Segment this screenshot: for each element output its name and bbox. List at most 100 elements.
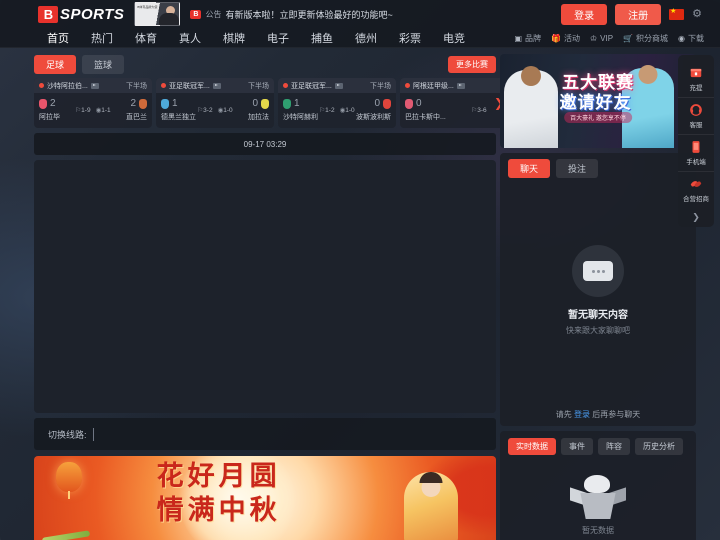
match-card[interactable]: 亚足联冠军... 下半场 1 沙特阿赫利 ⚐1-2 ◉1-0 0 波斯波利斯 [278,78,396,128]
away-team-block: 2 直巴兰 [111,98,147,122]
shop-icon: 🛒 [623,33,634,43]
home-score: 1 [294,98,300,109]
match-card[interactable]: 沙特阿拉伯... 下半场 2 阿拉毕 ⚐1-9 ◉1-1 2 直巴兰 [34,78,152,128]
away-team-block: 0 波斯波利斯 [355,98,391,122]
util-item-vip[interactable]: ♔ VIP [590,34,613,43]
match-card-header: 亚足联冠军... 下半场 [156,78,274,93]
away-score: 0 [374,98,380,109]
chevron-right-icon[interactable]: ❯ [692,208,700,224]
match-card-body: 1 德黑兰独立 ⚐3-2 ◉1-0 0 加拉法 [156,93,274,128]
tab-live-data[interactable]: 实时数据 [508,438,556,455]
festival-banner[interactable]: 花好月圆 情满中秋 [34,456,496,540]
site-logo[interactable]: B SPORTS [38,5,124,23]
header-top-bar: B SPORTS B体育品牌大使 B 公告 有新版本啦！立即更新体验最好的功能吧… [0,0,720,28]
nav-item-fishing[interactable]: 捕鱼 [300,30,344,46]
tab-history[interactable]: 历史分析 [635,438,683,455]
corner-stat: ⚐3-6 [471,107,487,114]
rail-item-deposit-withdraw-label: 充提 [689,85,703,92]
util-item-brand[interactable]: ▣ 品牌 [514,33,541,44]
video-icon[interactable] [456,82,465,89]
chat-login-link[interactable]: 登录 [574,410,590,419]
nav-item-hot[interactable]: 热门 [80,30,124,46]
chat-login-suffix: 后再参与聊天 [592,410,641,419]
match-stats: ⚐3-2 ◉1-0 [197,106,232,114]
line-switch-bar: 切换线路: [34,418,496,450]
nav-item-home[interactable]: 首页 [36,30,80,46]
promo-banner[interactable]: 五大联赛 邀请好友 百大豪礼 邀您享不停 [500,54,696,148]
rail-item-mobile[interactable]: 手机端 [678,134,714,171]
util-item-download-label: 下载 [688,33,704,43]
match-card-header: 沙特阿拉伯... 下半场 [34,78,152,93]
util-item-activity[interactable]: 🎁 活动 [551,33,580,44]
match-carousel: 沙特阿拉伯... 下半场 2 阿拉毕 ⚐1-9 ◉1-1 2 直巴兰 亚足联冠军… [34,78,518,128]
headset-icon [690,104,702,116]
match-card[interactable]: 亚足联冠军... 下半场 1 德黑兰独立 ⚐3-2 ◉1-0 0 加拉法 [156,78,274,128]
home-team-top: 2 [39,98,56,109]
announcement-bar[interactable]: B 公告 有新版本啦！立即更新体验最好的功能吧~ [190,8,393,21]
tab-events[interactable]: 事件 [561,438,593,455]
sport-tab-basketball[interactable]: 篮球 [82,54,125,74]
announcement-text: 有新版本啦！立即更新体验最好的功能吧~ [225,9,393,20]
nav-item-live-casino[interactable]: 真人 [168,30,212,46]
tab-bets[interactable]: 投注 [556,159,599,178]
util-item-points-mall-label: 积分商城 [636,33,669,43]
away-team-top: 0 [252,98,269,109]
nav-item-lottery[interactable]: 彩票 [388,30,432,46]
line-switch-divider [92,427,94,441]
sport-tab-football[interactable]: 足球 [34,54,77,74]
right-column: 五大联赛 邀请好友 百大豪礼 邀您享不停 聊天 投注 暂无聊天内容 快来跟大家聊… [500,54,696,540]
util-item-download[interactable]: ◉ 下载 [678,33,704,44]
festival-leaf-decor [41,530,91,540]
tab-chat[interactable]: 聊天 [508,159,551,178]
more-matches-button[interactable]: 更多比赛 [448,55,496,73]
video-player-stage[interactable] [34,160,496,413]
login-button[interactable]: 登录 [561,3,608,25]
rail-item-deposit-withdraw[interactable]: 充提 [678,61,714,97]
chat-bubble-icon [583,261,613,281]
match-scoreline: 1 德黑兰独立 ⚐3-2 ◉1-0 0 加拉法 [161,98,269,122]
rail-item-support[interactable]: 客服 [678,97,714,134]
video-icon[interactable] [90,82,99,89]
logo-mark-icon: B [38,5,58,23]
announcement-badge-icon: B [190,9,202,19]
gear-icon[interactable]: ⚙ [692,8,702,20]
bubble-dot-2 [596,269,600,273]
rail-item-affiliate[interactable]: 合营招商 [678,171,714,208]
festival-figure-decor [404,472,458,540]
match-card-body: 2 阿拉毕 ⚐1-9 ◉1-1 2 直巴兰 [34,93,152,128]
live-dot-icon [161,83,166,88]
nav-item-texas[interactable]: 德州 [344,30,388,46]
video-icon[interactable] [334,82,343,89]
chat-empty-icon-wrap [572,245,624,297]
register-button[interactable]: 注册 [615,3,662,25]
away-team-name: 加拉法 [248,114,269,121]
left-column: 足球 篮球 更多比赛 沙特阿拉伯... 下半场 2 阿拉毕 ⚐1-9 ◉1-1 … [34,54,518,540]
promo-thumbnail-body [159,13,180,25]
nav-item-esports[interactable]: 电竞 [432,30,476,46]
cn-flag-icon[interactable] [669,7,685,20]
nav-item-slots[interactable]: 电子 [256,30,300,46]
card-stat: ◉1-0 [217,107,233,114]
corner-stat: ⚐1-9 [75,107,91,114]
nav-item-sports[interactable]: 体育 [124,30,168,46]
header-actions: 登录 注册 ⚙ [561,3,710,25]
corner-stat: ⚐1-2 [319,107,335,114]
match-scoreline: 2 阿拉毕 ⚐1-9 ◉1-1 2 直巴兰 [39,98,147,122]
util-item-brand-label: 品牌 [525,33,541,43]
match-clock-value: 09-17 03:29 [243,139,287,149]
util-item-points-mall[interactable]: 🛒 积分商城 [623,33,668,44]
home-score: 2 [50,98,56,109]
festival-banner-line2: 情满中秋 [156,495,281,525]
tab-lineup[interactable]: 阵容 [598,438,630,455]
home-crest-icon [405,98,413,109]
away-crest-icon [261,98,269,109]
chat-login-hint: 请先 登录 后再参与聊天 [508,403,688,420]
video-icon[interactable] [212,82,221,89]
nav-item-cards[interactable]: 棋牌 [212,30,256,46]
promo-thumbnail[interactable]: B体育品牌大使 [134,2,181,26]
home-team-block: 2 阿拉毕 [39,98,75,122]
chat-empty-title: 暂无聊天内容 [568,310,628,321]
home-team-top: 1 [161,98,178,109]
page-body: 足球 篮球 更多比赛 沙特阿拉伯... 下半场 2 阿拉毕 ⚐1-9 ◉1-1 … [0,48,720,540]
match-league: 阿根廷甲级... [413,82,454,90]
